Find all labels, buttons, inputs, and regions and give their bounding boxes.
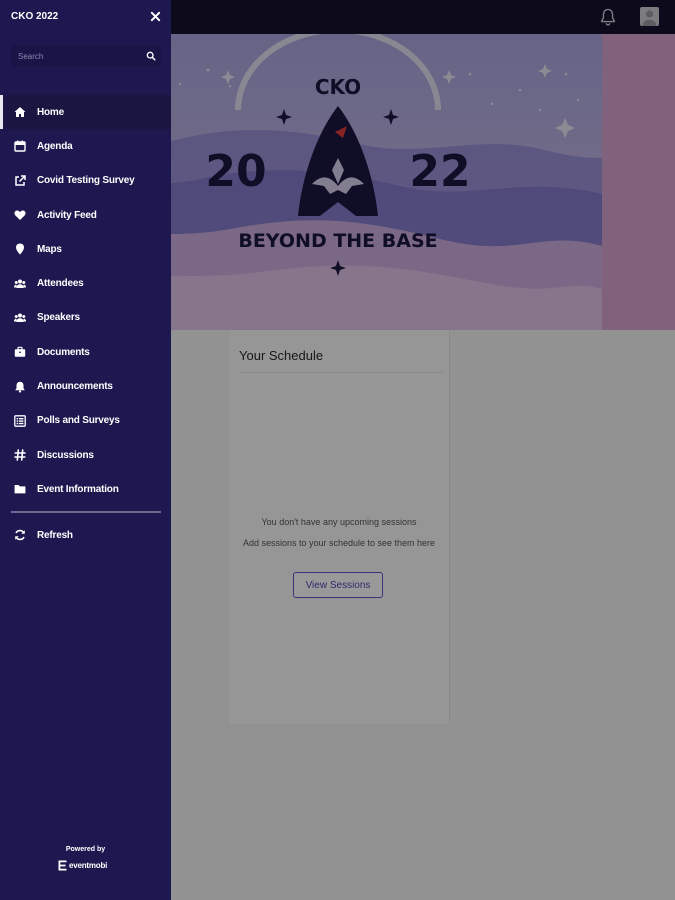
nav-item-polls-surveys[interactable]: Polls and Surveys bbox=[0, 404, 171, 438]
nav-item-documents[interactable]: Documents bbox=[0, 335, 171, 369]
folder-icon bbox=[13, 482, 27, 496]
map-pin-icon bbox=[13, 242, 27, 256]
nav-label: Maps bbox=[37, 243, 62, 255]
drawer-nav: Home Agenda Covid Testing Survey Activit… bbox=[0, 95, 171, 507]
close-icon[interactable] bbox=[150, 11, 161, 22]
search-input[interactable] bbox=[18, 50, 138, 62]
nav-item-home[interactable]: Home bbox=[0, 95, 171, 130]
bell-icon bbox=[13, 380, 27, 394]
powered-by-text: Powered by bbox=[65, 846, 106, 853]
nav-label: Event Information bbox=[37, 483, 119, 495]
nav-label: Activity Feed bbox=[37, 209, 97, 221]
nav-label: Announcements bbox=[37, 381, 113, 393]
nav-item-maps[interactable]: Maps bbox=[0, 232, 171, 266]
home-icon bbox=[13, 105, 27, 119]
brand-name: eventmobi bbox=[69, 860, 108, 870]
users-icon bbox=[13, 277, 27, 291]
nav-item-activity-feed[interactable]: Activity Feed bbox=[0, 198, 171, 232]
nav-label: Polls and Surveys bbox=[37, 415, 120, 427]
briefcase-icon bbox=[13, 345, 27, 359]
nav-label: Attendees bbox=[37, 278, 84, 290]
eventmobi-logo: eventmobi bbox=[58, 858, 118, 872]
users-icon bbox=[13, 311, 27, 325]
poll-icon bbox=[13, 414, 27, 428]
hashtag-icon bbox=[13, 448, 27, 462]
nav-item-event-information[interactable]: Event Information bbox=[0, 472, 171, 506]
search-icon[interactable] bbox=[146, 51, 156, 61]
search-box bbox=[11, 45, 161, 67]
nav-item-covid-survey[interactable]: Covid Testing Survey bbox=[0, 164, 171, 198]
nav-divider bbox=[11, 511, 161, 513]
nav-item-attendees[interactable]: Attendees bbox=[0, 266, 171, 300]
calendar-icon bbox=[13, 139, 27, 153]
nav-item-discussions[interactable]: Discussions bbox=[0, 438, 171, 472]
nav-item-speakers[interactable]: Speakers bbox=[0, 301, 171, 335]
refresh-icon bbox=[13, 528, 27, 542]
nav-label: Agenda bbox=[37, 140, 73, 152]
nav-label: Covid Testing Survey bbox=[37, 175, 135, 187]
heart-icon bbox=[13, 208, 27, 222]
nav-label: Speakers bbox=[37, 312, 80, 324]
nav-label: Discussions bbox=[37, 449, 94, 461]
nav-label: Documents bbox=[37, 346, 90, 358]
nav-item-agenda[interactable]: Agenda bbox=[0, 129, 171, 163]
refresh-button[interactable]: Refresh bbox=[0, 518, 171, 552]
nav-label: Home bbox=[37, 106, 64, 118]
eventmobi-mark-icon bbox=[58, 860, 67, 870]
drawer-title: CKO 2022 bbox=[11, 11, 59, 22]
nav-item-announcements[interactable]: Announcements bbox=[0, 369, 171, 403]
refresh-label: Refresh bbox=[37, 529, 73, 541]
side-drawer: CKO 2022 Home Agenda Covid Testing Su bbox=[0, 0, 171, 900]
external-link-icon bbox=[13, 174, 27, 188]
